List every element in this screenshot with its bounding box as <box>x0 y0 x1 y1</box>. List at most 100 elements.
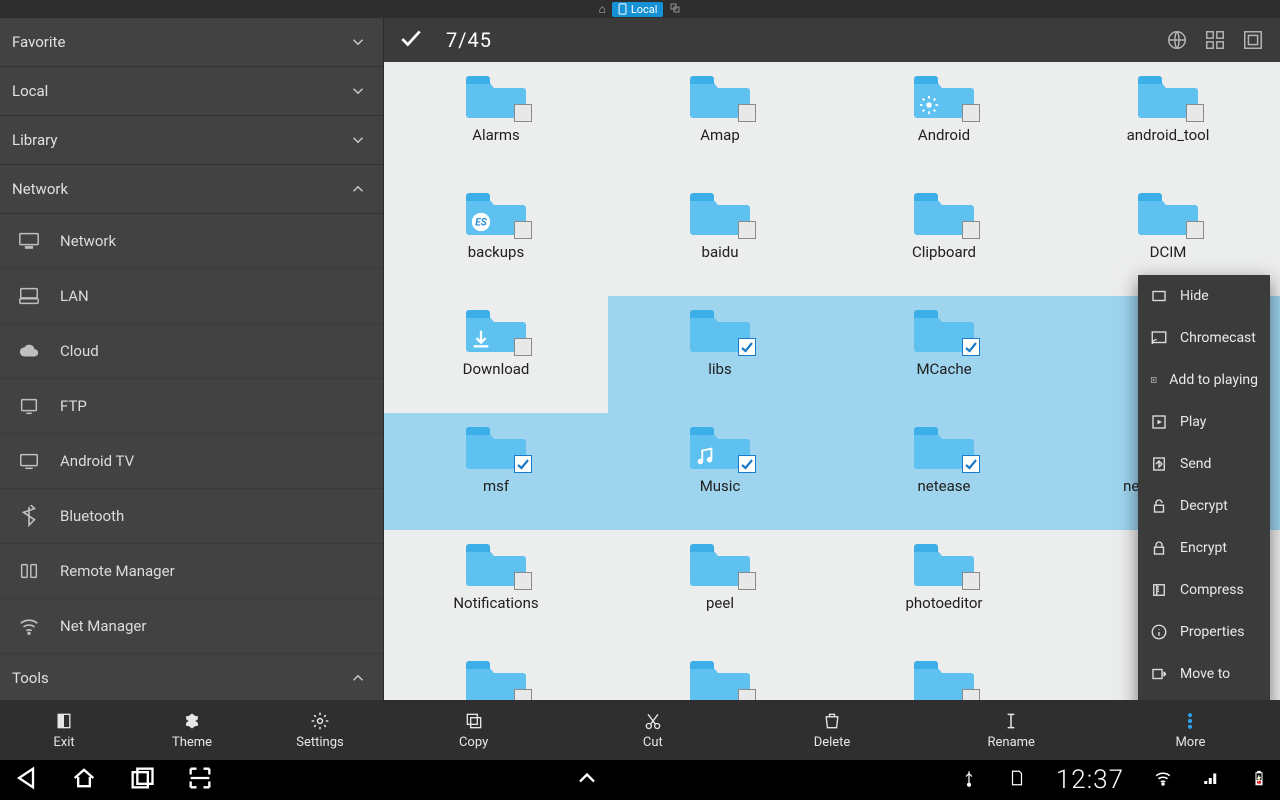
sidebar-item-remote-manager[interactable]: Remote Manager <box>0 544 383 599</box>
checkbox-checked-icon[interactable] <box>962 455 980 473</box>
checkbox-icon[interactable] <box>738 689 756 700</box>
checkbox-icon[interactable] <box>962 221 980 239</box>
sidebar-item-net-manager[interactable]: Net Manager <box>0 599 383 654</box>
folder-item[interactable]: Alarms <box>384 62 608 179</box>
folder-item[interactable]: Download <box>384 296 608 413</box>
checkbox-icon[interactable] <box>738 572 756 590</box>
menu-item-compress[interactable]: Compress <box>1138 569 1270 611</box>
checkbox-icon[interactable] <box>514 572 532 590</box>
theme-icon <box>182 711 202 731</box>
nav-back-icon[interactable] <box>12 764 40 796</box>
checkbox-icon[interactable] <box>738 104 756 122</box>
folder-item[interactable]: libs <box>608 296 832 413</box>
folder-item[interactable]: photoeditor <box>832 530 1056 647</box>
menu-item-properties[interactable]: Properties <box>1138 611 1270 653</box>
checkbox-icon[interactable] <box>1186 221 1204 239</box>
selection-count: 7/45 <box>446 28 492 52</box>
folder-item[interactable]: qqmusic <box>608 647 832 700</box>
checkbox-icon[interactable] <box>962 689 980 700</box>
theme-button[interactable]: Theme <box>128 700 256 760</box>
folder-icon <box>914 657 974 700</box>
sidebar-section-favorite[interactable]: Favorite <box>0 18 383 67</box>
menu-item-decrypt[interactable]: Decrypt <box>1138 485 1270 527</box>
sidebar-section-library[interactable]: Library <box>0 116 383 165</box>
menu-item-label: Send <box>1180 456 1211 472</box>
menu-item-encrypt[interactable]: Encrypt <box>1138 527 1270 569</box>
lan-icon <box>18 285 40 307</box>
folder-item[interactable]: Podcasts <box>384 647 608 700</box>
checkbox-icon[interactable] <box>514 689 532 700</box>
folder-item[interactable]: Clipboard <box>832 179 1056 296</box>
checkbox-icon[interactable] <box>962 572 980 590</box>
checkbox-checked-icon[interactable] <box>514 455 532 473</box>
menu-item-copy-to[interactable]: Copy to <box>1138 695 1270 700</box>
more-button[interactable]: More <box>1101 700 1280 760</box>
folder-item[interactable]: MCache <box>832 296 1056 413</box>
folder-item[interactable]: android_tool <box>1056 62 1280 179</box>
nav-recent-icon[interactable] <box>128 764 156 796</box>
es-icon <box>470 211 492 237</box>
folder-label: Download <box>463 360 530 378</box>
copy-button[interactable]: Copy <box>384 700 563 760</box>
view-mode-icon[interactable] <box>1196 29 1234 51</box>
folder-item[interactable]: netease <box>832 413 1056 530</box>
checkbox-icon[interactable] <box>1186 104 1204 122</box>
selection-header: 7/45 <box>384 18 1280 62</box>
settings-button[interactable]: Settings <box>256 700 384 760</box>
nav-scan-icon[interactable] <box>186 764 214 796</box>
folder-item[interactable]: Ringtones <box>832 647 1056 700</box>
checkbox-icon[interactable] <box>962 104 980 122</box>
search-icon[interactable] <box>1158 29 1196 51</box>
checkbox-icon[interactable] <box>514 221 532 239</box>
checkbox-icon[interactable] <box>738 221 756 239</box>
cut-button[interactable]: Cut <box>563 700 742 760</box>
folder-item[interactable]: Music <box>608 413 832 530</box>
delete-button[interactable]: Delete <box>742 700 921 760</box>
sidebar: Favorite Local Library Network Network L… <box>0 18 384 700</box>
menu-item-play[interactable]: Play <box>1138 401 1270 443</box>
checkbox-checked-icon[interactable] <box>738 455 756 473</box>
menu-item-send[interactable]: Send <box>1138 443 1270 485</box>
sidebar-section-tools[interactable]: Tools <box>0 654 383 703</box>
folder-item[interactable]: Notifications <box>384 530 608 647</box>
menu-item-icon <box>1150 539 1168 557</box>
folder-icon <box>1138 72 1198 120</box>
sidebar-item-bluetooth[interactable]: Bluetooth <box>0 489 383 544</box>
checkbox-icon[interactable] <box>514 104 532 122</box>
sidebar-item-android-tv[interactable]: Android TV <box>0 434 383 489</box>
nav-expand-icon[interactable] <box>573 764 601 796</box>
menu-item-add-to-playing[interactable]: Add to playing <box>1138 359 1270 401</box>
gear-icon <box>918 94 940 120</box>
checkbox-checked-icon[interactable] <box>962 338 980 356</box>
folder-item[interactable]: msf <box>384 413 608 530</box>
exit-button[interactable]: Exit <box>0 700 128 760</box>
folder-item[interactable]: peel <box>608 530 832 647</box>
check-icon[interactable] <box>398 25 424 56</box>
folder-item[interactable]: Android <box>832 62 1056 179</box>
checkbox-icon[interactable] <box>514 338 532 356</box>
menu-item-hide[interactable]: Hide <box>1138 275 1270 317</box>
folder-item[interactable]: backups <box>384 179 608 296</box>
checkbox-checked-icon[interactable] <box>738 338 756 356</box>
menu-item-move-to[interactable]: Move to <box>1138 653 1270 695</box>
sidebar-section-label: Library <box>12 131 57 149</box>
sidebar-item-lan[interactable]: LAN <box>0 269 383 324</box>
nav-home-icon[interactable] <box>70 764 98 796</box>
rename-button[interactable]: Rename <box>922 700 1101 760</box>
sidebar-section-local[interactable]: Local <box>0 67 383 116</box>
sidebar-item-label: Cloud <box>60 342 99 360</box>
folder-item[interactable]: baidu <box>608 179 832 296</box>
sidebar-item-label: Network <box>60 232 116 250</box>
select-all-icon[interactable] <box>1234 29 1272 51</box>
button-label: Rename <box>987 735 1034 750</box>
folder-item[interactable]: Amap <box>608 62 832 179</box>
sidebar-item-ftp[interactable]: FTP <box>0 379 383 434</box>
menu-item-chromecast[interactable]: Chromecast <box>1138 317 1270 359</box>
folder-icon <box>914 306 974 354</box>
location-pill[interactable]: Local <box>612 2 664 17</box>
sidebar-item-label: Net Manager <box>60 617 146 635</box>
sidebar-section-network[interactable]: Network <box>0 165 383 214</box>
sidebar-item-cloud[interactable]: Cloud <box>0 324 383 379</box>
sidebar-item-network[interactable]: Network <box>0 214 383 269</box>
cut-icon <box>643 711 663 731</box>
